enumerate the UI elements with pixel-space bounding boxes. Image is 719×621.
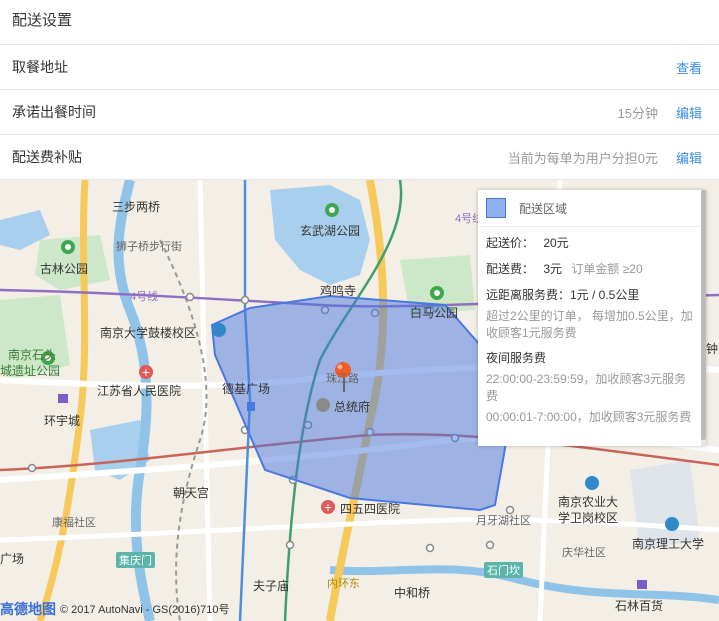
road-badge: 石门坎 (484, 562, 523, 578)
map-label: 南京石头 (8, 348, 57, 362)
popup-scrollbar[interactable] (701, 190, 706, 446)
map-label: 环宇城 (44, 414, 81, 428)
map-label: 四五四医院 (340, 502, 401, 516)
map-label: 朝天宫 (173, 486, 210, 500)
map-label: 德基广场 (222, 382, 271, 396)
map-label: 古林公园 (40, 262, 89, 276)
map-label: 南京理工大学 (632, 537, 705, 551)
map-copyright: 高德地图 © 2017 AutoNavi - GS(2016)710号 (0, 599, 230, 619)
distance-fee-title: 远距离服务费：1元 / 0.5公里 (486, 288, 640, 302)
delivery-fee-value: 3元 (543, 262, 563, 276)
prep-time-row: 承诺出餐时间 15分钟 编辑 (0, 90, 719, 135)
map-label: 总统府 (334, 400, 371, 414)
view-pickup-address-link[interactable]: 查看 (676, 58, 702, 77)
road-badge: 集庆门 (116, 552, 155, 568)
zone-legend: 配送区域 (478, 190, 706, 227)
map-label: 钟 (706, 342, 719, 356)
school-icon (665, 517, 679, 531)
park-icon (430, 286, 444, 300)
hospital-icon: + (139, 365, 153, 379)
map-label: 玄武湖公园 (300, 224, 361, 238)
road-name: 4号线 (130, 291, 159, 303)
delivery-settings-panel: 配送设置 取餐地址 查看 承诺出餐时间 15分钟 编辑 配送费补贴 当前为每单为… (0, 0, 719, 621)
delivery-fee-note: 订单金额 ≥20 (571, 262, 643, 276)
svg-text:+: + (323, 501, 332, 514)
delivery-zone-info-popup: 配送区域 起送价： 20元 配送费： 3元 订单金额 ≥20 远距离服务费：1元… (478, 190, 706, 446)
amap-logo: 高德地图 (0, 601, 56, 617)
map-label: 月牙湖社区 (476, 515, 531, 527)
map-label: 城遗址公园 (0, 364, 61, 378)
hospital-icon: + (321, 500, 335, 514)
map-label: 广场 (0, 552, 25, 566)
delivery-fee-label: 配送费： (486, 262, 535, 276)
park-icon (61, 240, 75, 254)
pickup-address-row: 取餐地址 查看 (0, 45, 719, 90)
delivery-fee-line: 配送费： 3元 订单金额 ≥20 (478, 261, 706, 278)
road-minor (197, 180, 213, 621)
map-label: 夫子庙 (253, 579, 290, 593)
map-label: 珠江路 (326, 373, 359, 385)
night-fee-period-2: 00:00:01-7:00:00，加收顾客3元服务费 (486, 410, 692, 424)
map-label: 白马公园 (410, 306, 459, 320)
park-icon (325, 203, 339, 217)
edit-delivery-subsidy-link[interactable]: 编辑 (676, 148, 702, 167)
school-icon (585, 476, 599, 490)
night-fee-period-1: 22:00:00-23:59:59，加收顾客3元服务费 (486, 372, 687, 403)
river-south (329, 565, 719, 604)
prep-time-label: 承诺出餐时间 (12, 104, 96, 120)
map-label: 庆华社区 (562, 547, 606, 559)
distance-fee-desc: 超过2公里的订单， 每增加0.5公里，加收顾客1元服务费 (486, 309, 693, 340)
map-label: 南京大学鼓楼校区 (100, 326, 197, 340)
map-label: 学卫岗校区 (558, 511, 619, 525)
pickup-address-label: 取餐地址 (12, 59, 68, 75)
map-label: 鸡鸣寺 (320, 284, 357, 298)
zone-color-swatch (486, 198, 506, 218)
mall-icon (58, 394, 68, 403)
delivery-subsidy-row: 配送费补贴 当前为每单为用户分担0元 编辑 (0, 135, 719, 180)
map-label: 三步两桥 (112, 200, 161, 214)
svg-text:+: + (141, 366, 150, 379)
map-label: 南京农业大 (558, 495, 619, 509)
zone-legend-label: 配送区域 (519, 201, 568, 216)
min-order-value: 20元 (543, 236, 569, 250)
page-title: 配送设置 (0, 0, 719, 45)
delivery-map[interactable]: + + 三步两桥 狮子桥步行街 玄武湖公园 古林公园 鸡鸣寺 白马公园 南京大学… (0, 180, 719, 621)
copyright-text: © 2017 AutoNavi - GS(2016)710号 (60, 604, 230, 616)
mall-icon (247, 402, 255, 411)
map-label: 狮子桥步行街 (116, 241, 182, 253)
map-label: 康福社区 (52, 517, 96, 529)
map-label: 石林百货 (615, 599, 664, 613)
delivery-subsidy-value: 当前为每单为用户分担0元 (507, 150, 658, 166)
min-order-label: 起送价： (486, 236, 535, 250)
night-fee-title: 夜间服务费 (486, 351, 547, 365)
mall-icon (637, 580, 647, 589)
prep-time-value: 15分钟 (617, 105, 658, 121)
landmark-icon (316, 398, 330, 412)
edit-prep-time-link[interactable]: 编辑 (676, 103, 702, 122)
map-label: 江苏省人民医院 (97, 384, 182, 398)
popup-scrollbar-thumb[interactable] (701, 190, 706, 440)
school-icon (212, 323, 226, 337)
min-order-line: 起送价： 20元 (478, 235, 706, 252)
map-label: 中和桥 (394, 586, 431, 600)
road-name: 内环东 (327, 578, 360, 590)
delivery-subsidy-label: 配送费补贴 (12, 149, 82, 165)
